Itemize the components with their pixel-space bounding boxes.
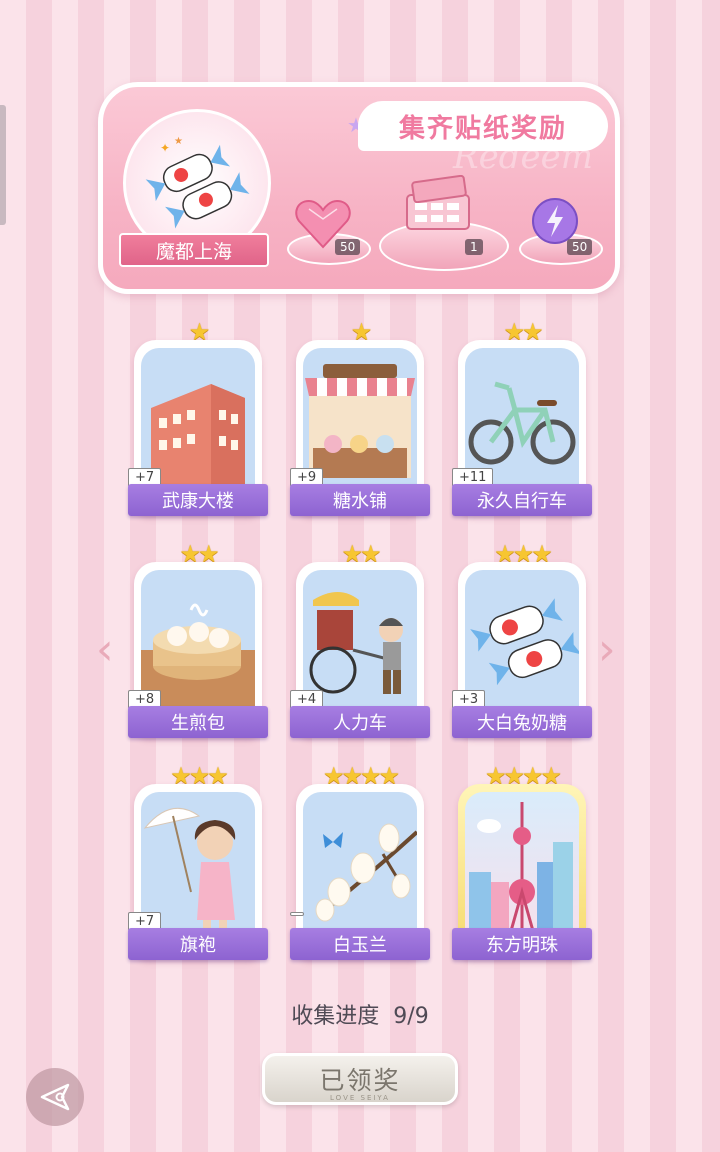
reward-quantity: 1 bbox=[465, 239, 483, 255]
sticker-card[interactable]: ★★ +8 生煎包 bbox=[128, 540, 268, 738]
card-name: 人力车 bbox=[290, 706, 430, 738]
card-name: 糖水铺 bbox=[290, 484, 430, 516]
card-name: 白玉兰 bbox=[290, 928, 430, 960]
back-arrow-icon bbox=[40, 1083, 70, 1111]
sticker-card[interactable]: ★★★ +7 旗袍 bbox=[128, 762, 268, 960]
reward-banner: Redeem ★ ★ 集齐贴纸奖励 ✦ ★ 魔都上海 50 bbox=[98, 82, 620, 294]
city-name-label: 魔都上海 bbox=[119, 233, 269, 267]
progress-label: 收集进度 bbox=[291, 1004, 380, 1029]
card-name: 永久自行车 bbox=[452, 484, 592, 516]
sticker-card[interactable]: ★★ +4 人力车 bbox=[290, 540, 430, 738]
svg-text:✦: ✦ bbox=[160, 141, 170, 155]
prev-page-arrow-icon[interactable]: ‹ bbox=[96, 628, 114, 672]
magnolia-icon bbox=[315, 823, 417, 922]
claimed-button-subtext: LOVE SEIYA bbox=[330, 1094, 390, 1102]
banner-title-plate: 集齐贴纸奖励 bbox=[358, 101, 608, 151]
candy-gift-box-icon bbox=[406, 175, 470, 230]
sticker-card[interactable]: ★ +7 武康大楼 bbox=[128, 318, 268, 516]
card-name: 生煎包 bbox=[128, 706, 268, 738]
sticker-card[interactable]: ★★ +11 永久自行车 bbox=[452, 318, 592, 516]
progress-value: 9/9 bbox=[393, 1004, 429, 1029]
back-button[interactable] bbox=[26, 1068, 84, 1126]
reward-quantity: 50 bbox=[335, 239, 361, 255]
collection-progress: 收集进度 9/9 bbox=[0, 998, 720, 1030]
banner-title: 集齐贴纸奖励 bbox=[398, 113, 567, 144]
card-name: 东方明珠 bbox=[452, 928, 592, 960]
card-name: 武康大楼 bbox=[128, 484, 268, 516]
oriental-pearl-tower-icon bbox=[469, 802, 573, 938]
claimed-button-label: 已领奖 bbox=[319, 1066, 401, 1095]
svg-text:★: ★ bbox=[174, 136, 183, 147]
card-picture bbox=[303, 792, 417, 938]
next-page-arrow-icon[interactable]: › bbox=[598, 628, 616, 672]
sticker-card[interactable]: ★★★★ 东方明珠 bbox=[452, 762, 592, 960]
card-count bbox=[290, 912, 304, 916]
card-name: 大白兔奶糖 bbox=[452, 706, 592, 738]
sticker-card[interactable]: ★★★ +3 大白兔奶糖 bbox=[452, 540, 592, 738]
side-drawer-tab[interactable] bbox=[0, 105, 6, 225]
card-picture bbox=[465, 792, 579, 938]
sticker-card[interactable]: ★★★★ 白玉兰 bbox=[290, 762, 430, 960]
card-name: 旗袍 bbox=[128, 928, 268, 960]
sticker-card[interactable]: ★ +9 糖水铺 bbox=[290, 318, 430, 516]
reward-quantity: 50 bbox=[567, 239, 593, 255]
